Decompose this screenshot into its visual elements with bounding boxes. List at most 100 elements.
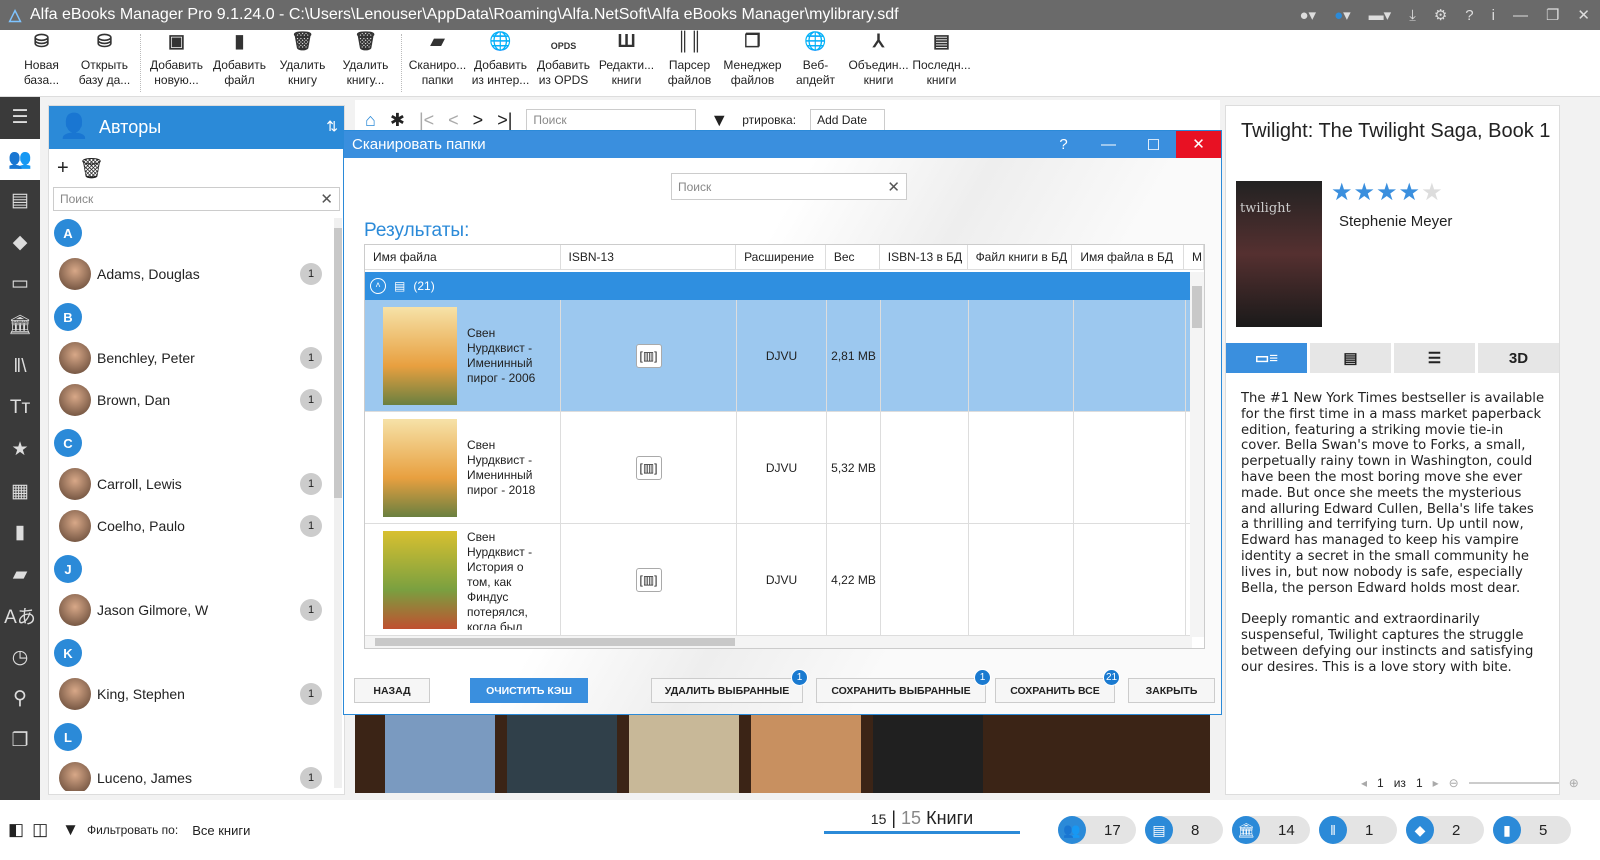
first-icon[interactable]: |< [419,110,434,131]
letter-header[interactable]: J [54,555,82,583]
filter-icon[interactable]: ▼ [710,110,728,131]
authors-search-input[interactable]: Поиск ✕ [53,187,340,211]
sort-select[interactable]: Add Date [810,109,886,131]
close-dialog-button[interactable]: ЗАКРЫТЬ [1128,678,1215,703]
grid-vertical-scrollbar[interactable] [1190,272,1204,637]
book-cover-image[interactable]: twilight [1236,181,1322,327]
book-cover[interactable] [507,715,617,793]
barcode-scan-button[interactable]: [▥] [635,455,662,480]
stat-badge[interactable]: 👥 17 [1058,816,1136,844]
barcode-scan-button[interactable]: [▥] [635,567,662,592]
author-item[interactable]: Adams, Douglas 1 [49,253,344,295]
prev-icon[interactable]: < [448,110,459,131]
toolbar-button[interactable]: ❐ Менеджер файлов [721,30,784,96]
star-icon[interactable]: ★ [1331,179,1354,206]
toolbar-button[interactable]: 🗑 Удалить книгу [271,30,334,96]
books-search-input[interactable]: Поиск [526,109,697,131]
book-cover[interactable] [751,715,861,793]
author-item[interactable]: Brown, Dan 1 [49,379,344,421]
author-item[interactable]: Jason Gilmore, W 1 [49,589,344,631]
asterisk-icon[interactable]: ✱ [390,110,405,131]
history-nav-icon[interactable]: ◷ [0,637,40,679]
column-header[interactable]: Файл книги в БД [968,245,1073,270]
table-row[interactable]: Свен Нурдквист - Именинный пирог - 2018 [… [365,412,1190,524]
stat-badge[interactable]: ▮ 5 [1493,816,1571,844]
table-row[interactable]: Свен Нурдквист - Именинный пирог - 2006 [… [365,300,1190,412]
letter-header[interactable]: L [54,723,82,751]
letter-header[interactable]: K [54,639,82,667]
add-icon[interactable]: + [57,157,69,180]
toolbar-button[interactable]: ⅄ Объедин... книги [847,30,910,96]
column-header[interactable]: ISBN-13 в БД [880,245,968,270]
zoom-in-icon[interactable]: ⊕ [1569,776,1579,790]
star-icon[interactable]: ★ [1376,179,1399,206]
column-header[interactable]: Имя файла в БД [1072,245,1185,270]
help-button[interactable]: ? [1041,136,1086,153]
toolbar-button[interactable]: Ш Редакти... книги [595,30,658,96]
column-header[interactable]: Расширение [736,245,826,270]
author-item[interactable]: King, Stephen 1 [49,673,344,715]
column-header[interactable]: Имя файла [365,245,561,270]
books-nav-icon[interactable]: ▰ [0,554,40,596]
filter-icon[interactable]: ▼ [62,820,79,840]
save-selected-button[interactable]: СОХРАНИТЬ ВЫБРАННЫЕ 1 [816,669,991,703]
toolbar-button[interactable]: ▰ Сканиро... папки [406,30,469,96]
clear-cache-button[interactable]: ОЧИСТИТЬ КЭШ [470,678,588,703]
star-icon[interactable]: ★ [1399,179,1422,206]
column-header[interactable]: ISBN-13 [561,245,737,270]
minimize-button[interactable]: — [1513,7,1528,24]
save-all-button[interactable]: СОХРАНИТЬ ВСЕ 21 [995,669,1120,703]
clear-icon[interactable]: ✕ [887,178,900,196]
book-cover[interactable] [873,715,983,793]
favorites-nav-icon[interactable]: ★ [0,429,40,471]
restore-button[interactable]: ❐ [1546,6,1559,24]
language-nav-icon[interactable]: Aあ [0,595,40,637]
info-icon[interactable]: i [1492,7,1495,24]
home-icon[interactable]: ⌂ [365,110,376,131]
dialog-search-input[interactable]: Поиск ✕ [671,173,907,200]
view-tab[interactable]: 3D [1478,343,1559,373]
fonts-nav-icon[interactable]: Tт [0,388,40,430]
calendar-nav-icon[interactable]: ▦ [0,471,40,513]
barcode-scan-button[interactable]: [▥] [635,343,662,368]
toolbar-button[interactable]: ▤ Последн... книги [910,30,973,96]
prev-page-icon[interactable]: ◂ [1361,776,1367,790]
toolbar-button[interactable]: ║║ Парсер файлов [658,30,721,96]
zoom-out-icon[interactable]: ⊖ [1449,776,1459,790]
menu-icon[interactable]: ☰ [0,97,40,139]
toolbar-button[interactable]: 🗑 Удалить книгу... [334,30,397,96]
view-tab[interactable]: ☰ [1394,343,1475,373]
delete-selected-button[interactable]: УДАЛИТЬ ВЫБРАННЫЕ 1 [651,669,808,703]
search-db-nav-icon[interactable]: ⚲ [0,678,40,720]
stat-badge[interactable]: ▤ 8 [1145,816,1223,844]
close-button[interactable]: ✕ [1577,6,1590,24]
author-item[interactable]: Carroll, Lewis 1 [49,463,344,505]
theme-white-icon[interactable]: ●▾ [1299,6,1316,24]
toolbar-button[interactable]: ▣ Добавить новую... [145,30,208,96]
rating-stars[interactable]: ★★★★★ [1331,178,1444,207]
clear-icon[interactable]: ✕ [320,190,333,208]
book-cover[interactable] [385,715,495,793]
zoom-slider[interactable] [1468,782,1559,784]
letter-header[interactable]: B [54,303,82,331]
column-header[interactable]: М [1184,245,1204,270]
collapse-icon[interactable]: ˄ [370,278,386,294]
delete-icon[interactable]: 🗑 [79,156,104,181]
layout-icon[interactable]: ◧ [8,820,24,840]
author-item[interactable]: Benchley, Peter 1 [49,337,344,379]
toolbar-button[interactable]: ▮ Добавить файл [208,30,271,96]
back-button[interactable]: НАЗАД [354,678,430,703]
help-icon[interactable]: ? [1465,7,1473,24]
next-page-icon[interactable]: ▸ [1433,776,1439,790]
authors-nav-icon[interactable]: 👥 [0,138,40,180]
toolbar-button[interactable]: OPDS Добавить из OPDS [532,30,595,96]
library-nav-icon[interactable]: ‖\ [0,346,40,388]
toolbar-button[interactable]: 🌐 Веб-апдейт [784,30,847,96]
stat-badge[interactable]: 🏛 14 [1232,816,1310,844]
book-author[interactable]: Stephenie Meyer [1339,213,1452,230]
publishers-nav-icon[interactable]: 🏛 [0,305,40,347]
theme-blue-icon[interactable]: ●▾ [1334,6,1351,24]
minimize-button[interactable]: — [1086,136,1131,153]
sort-icon[interactable]: ⇅ [326,118,338,135]
author-item[interactable]: Luceno, James 1 [49,757,344,791]
